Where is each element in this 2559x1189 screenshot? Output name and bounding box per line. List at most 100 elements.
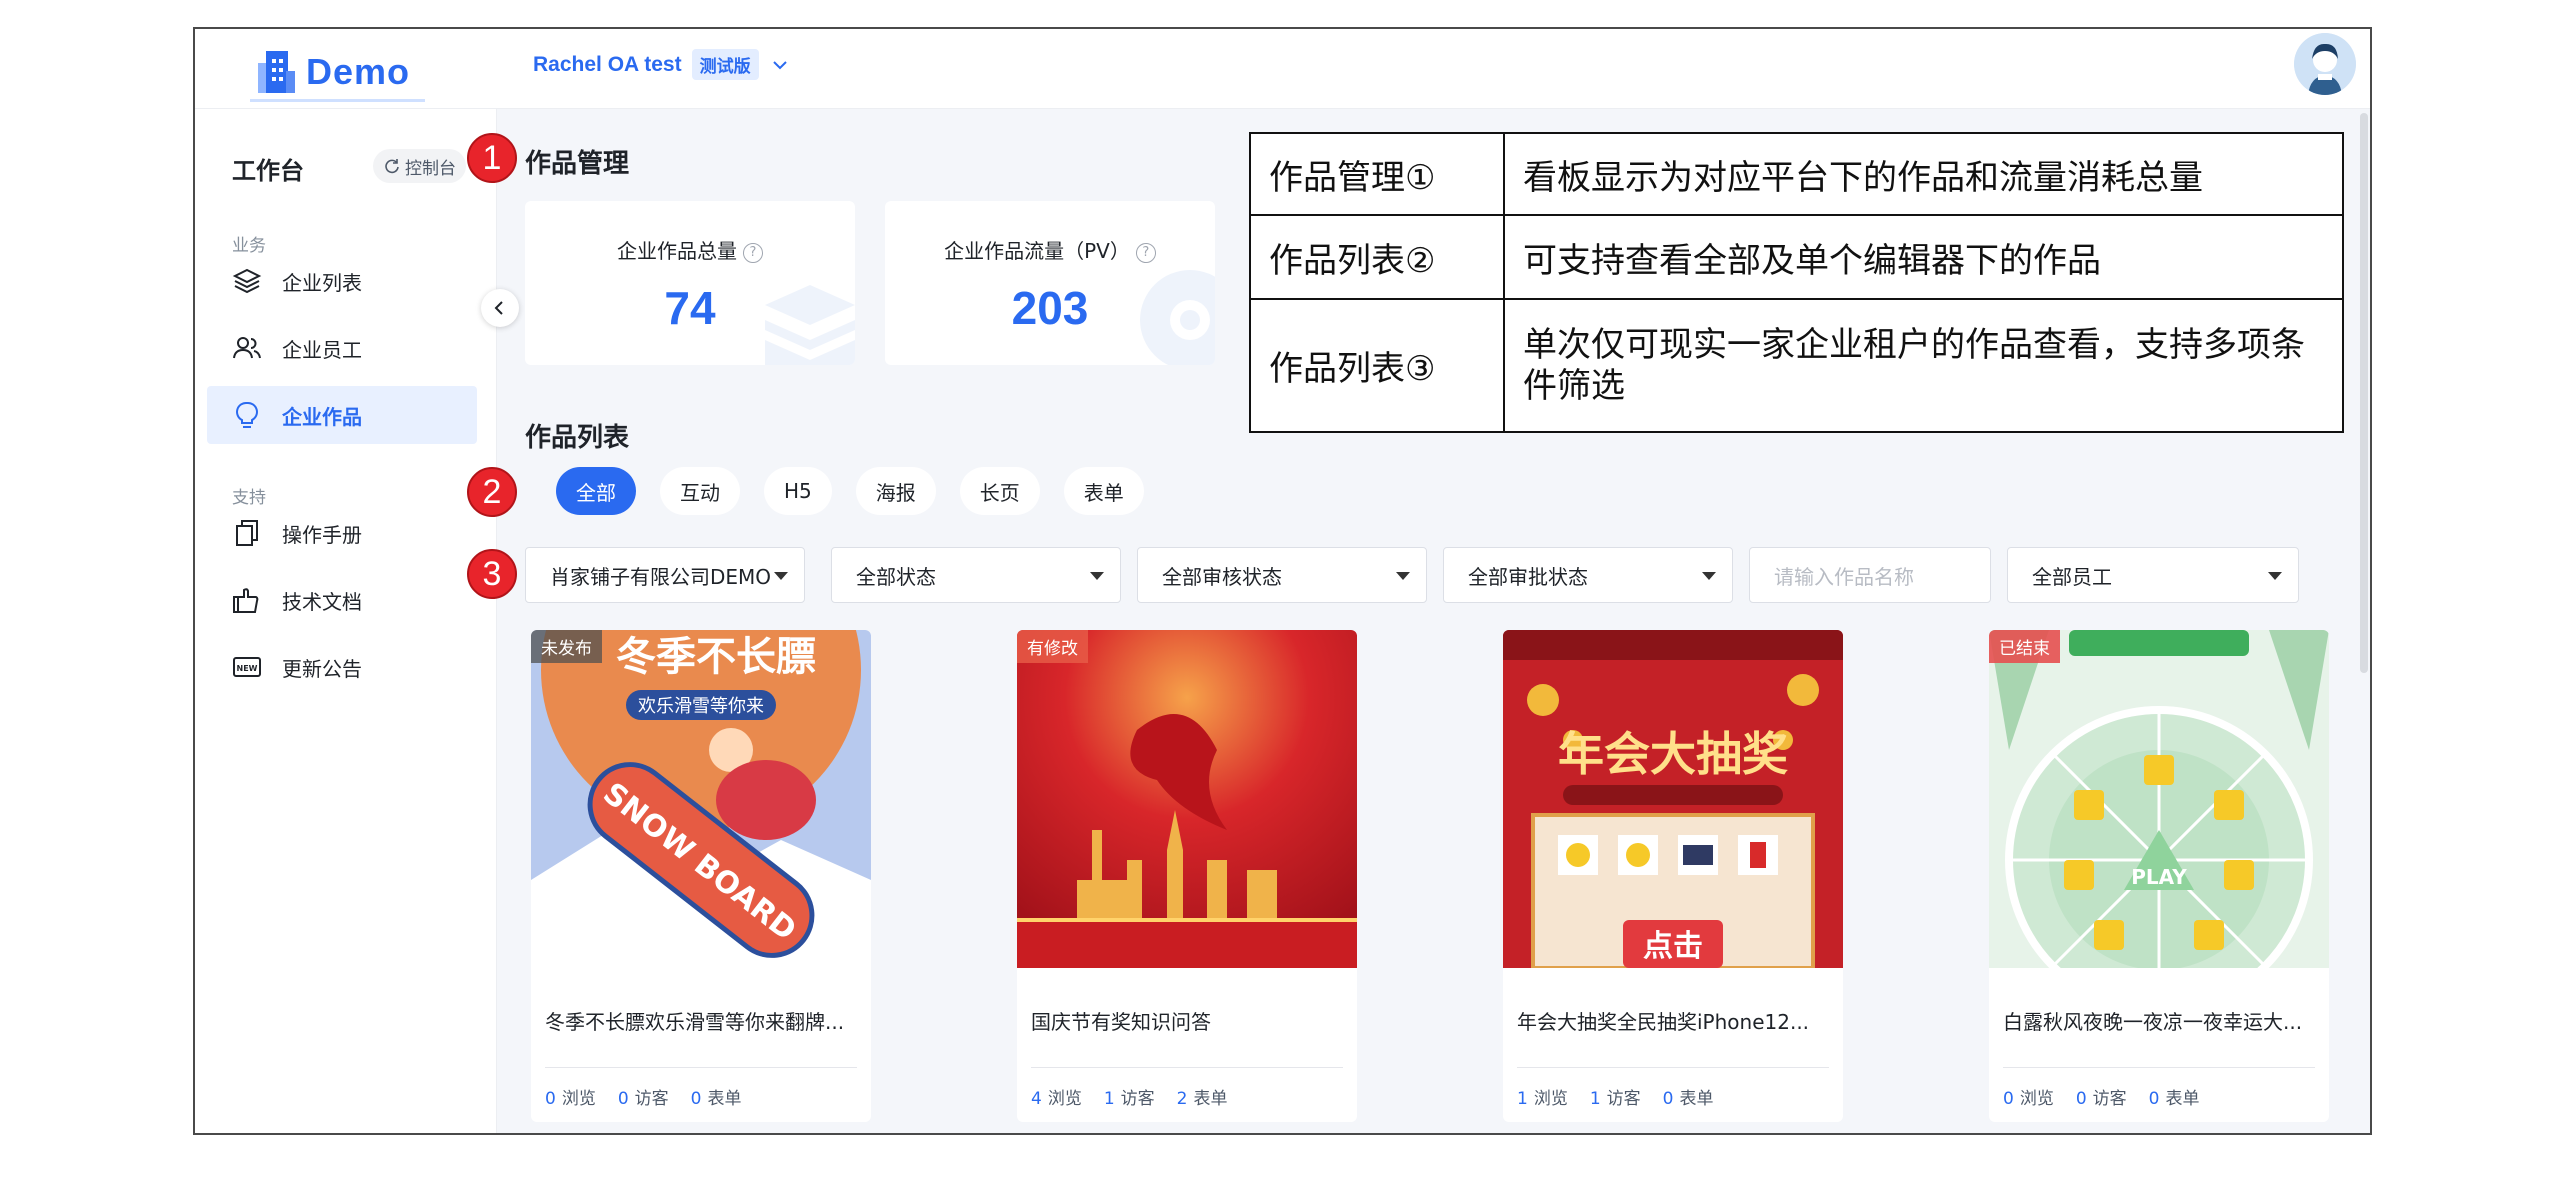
views-count: 0: [2003, 1089, 2014, 1109]
caret-down-icon: [2268, 572, 2282, 580]
status-badge: 已结束: [1989, 630, 2060, 663]
annotation-desc: 可支持查看全部及单个编辑器下的作品: [1503, 214, 2344, 300]
forms-stat: 0 表单: [2149, 1084, 2200, 1109]
management-title: 作品管理: [525, 149, 630, 179]
logo[interactable]: Demo: [250, 47, 425, 102]
staff-select[interactable]: 全部员工: [2007, 547, 2299, 603]
work-thumbnail: PLAY 已结束: [1989, 630, 2329, 968]
help-icon[interactable]: ?: [743, 243, 763, 263]
filter-tab-all[interactable]: 全部: [556, 467, 636, 515]
work-card[interactable]: 欢乐滑雪等你来 冬季不长膘 SNOW BOARD 未发布 冬季不长膘欢乐滑雪等你…: [531, 630, 871, 1122]
filter-tab-h5[interactable]: H5: [764, 467, 832, 515]
layers-icon: [232, 268, 262, 294]
forms-count: 0: [1662, 1089, 1674, 1109]
sidebar-item-label: 更新公告: [282, 656, 362, 681]
work-title: 冬季不长膘欢乐滑雪等你来翻牌...: [545, 1010, 845, 1034]
snowboard-poster-image: 欢乐滑雪等你来 冬季不长膘 SNOW BOARD: [531, 630, 871, 968]
sidebar: 工作台 控制台 业务 企业列表 企业员工 企业作品 支持 操作手册 技术文档 N…: [195, 109, 497, 1133]
forms-count: 2: [1176, 1089, 1188, 1109]
type-filter-tabs: 全部 互动 H5 海报 长页 表单: [556, 467, 1144, 515]
logo-underline: [250, 99, 425, 102]
forms-label: 表单: [1679, 1089, 1714, 1109]
sidebar-item-label: 技术文档: [282, 589, 362, 614]
work-card[interactable]: 年会大抽奖 点击 年会大抽奖全民抽奖iPhone12... 1 浏览 1 访客 0表…: [1503, 630, 1843, 1122]
annotation-key: 作品列表③: [1249, 298, 1505, 433]
views-stat: 0 浏览: [545, 1084, 596, 1109]
work-thumbnail: 欢乐滑雪等你来 冬季不长膘 SNOW BOARD 未发布: [531, 630, 871, 968]
sidebar-item-label: 操作手册: [282, 522, 362, 547]
status-badge: 有修改: [1017, 630, 1088, 663]
stat-value: 203: [1011, 282, 1089, 334]
company-select-value: 肖家铺子有限公司DEMO: [550, 564, 772, 589]
divider: [1031, 1067, 1343, 1068]
work-thumbnail: 年会大抽奖 点击: [1503, 630, 1843, 968]
views-label: 浏览: [561, 1089, 596, 1109]
sidebar-item-company-list[interactable]: 企业列表: [207, 252, 477, 310]
marker-2: 2: [467, 467, 517, 517]
visitors-stat: 0 访客: [2076, 1084, 2127, 1109]
views-count: 4: [1031, 1089, 1042, 1109]
tenant-switcher[interactable]: Rachel OA test 测试版: [533, 49, 791, 80]
filter-tab-interactive[interactable]: 互动: [660, 467, 740, 515]
views-label: 浏览: [1533, 1089, 1568, 1109]
caret-down-icon: [774, 572, 788, 580]
vertical-scrollbar[interactable]: [2360, 113, 2368, 673]
work-stats: 0 浏览 0 访客 0 表单: [545, 1084, 741, 1109]
forms-stat: 0 表单: [1663, 1084, 1714, 1109]
thumb-title: 冬季不长膘: [616, 634, 816, 680]
visitors-count: 0: [617, 1089, 629, 1109]
sidebar-item-company-staff[interactable]: 企业员工: [207, 319, 477, 377]
filter-tab-poster[interactable]: 海报: [855, 467, 936, 515]
forms-label: 表单: [1193, 1089, 1228, 1109]
help-icon[interactable]: ?: [1135, 243, 1156, 263]
logo-text: Demo: [306, 51, 411, 92]
annotation-row: 作品列表③ 单次仅可现实一家企业租户的作品查看，支持多项条件筛选: [1249, 298, 2344, 433]
sidebar-item-company-works[interactable]: 企业作品: [207, 386, 477, 444]
sidebar-item-updates[interactable]: NEW 更新公告: [207, 638, 477, 696]
visitors-count: 0: [2075, 1089, 2087, 1109]
views-count: 0: [545, 1089, 556, 1109]
views-count: 1: [1517, 1089, 1528, 1109]
visitors-count: 1: [1589, 1089, 1601, 1109]
caret-down-icon: [1090, 572, 1104, 580]
app-window: Demo Rachel OA test 测试版 工作台 控制台 业务 企业列表 …: [193, 27, 2372, 1135]
annotation-key: 作品管理①: [1249, 132, 1505, 216]
review-select-value: 全部审核状态: [1162, 564, 1282, 589]
sidebar-item-tech-docs[interactable]: 技术文档: [207, 571, 477, 629]
avatar[interactable]: [2294, 33, 2356, 95]
divider: [2003, 1067, 2315, 1068]
lottery-poster-image: 年会大抽奖 点击: [1503, 630, 1843, 968]
work-stats: 0 浏览 0 访客 0 表单: [2003, 1084, 2199, 1109]
user-avatar-icon: [2294, 33, 2356, 95]
national-day-poster-image: [1017, 630, 1357, 968]
annotation-desc: 看板显示为对应平台下的作品和流量消耗总量: [1503, 132, 2344, 216]
collapse-sidebar-button[interactable]: [481, 289, 519, 327]
stat-card-total-works: 企业作品总量? 74: [525, 201, 855, 365]
work-stats: 4 浏览 1 访客 2 表单: [1031, 1084, 1227, 1109]
chevron-left-icon: [494, 301, 503, 315]
sidebar-item-label: 企业作品: [282, 404, 362, 429]
work-card[interactable]: PLAY 已结束 白露秋风夜晚一夜凉一夜幸运大... 0 浏览 0 访客 0 表单: [1989, 630, 2329, 1122]
sidebar-item-manual[interactable]: 操作手册: [207, 504, 477, 562]
caret-down-icon: [1396, 572, 1410, 580]
views-label: 浏览: [2019, 1089, 2054, 1109]
status-select[interactable]: 全部状态: [831, 547, 1121, 603]
work-name-input[interactable]: 请输入作品名称: [1749, 547, 1991, 603]
work-card[interactable]: 有修改 国庆节有奖知识问答 4 浏览 1 访客 2 表单: [1017, 630, 1357, 1122]
console-button[interactable]: 控制台: [373, 149, 466, 183]
thumb-title: 年会大抽奖: [1558, 727, 1788, 781]
stat-card-pv: 企业作品流量（PV）? 203: [885, 201, 1215, 365]
workspace-title: 工作台: [232, 157, 304, 185]
review-status-select[interactable]: 全部审核状态: [1137, 547, 1427, 603]
filter-tab-long-page[interactable]: 长页: [959, 467, 1040, 515]
approval-status-select[interactable]: 全部审批状态: [1443, 547, 1733, 603]
filter-tab-form[interactable]: 表单: [1063, 467, 1144, 515]
marker-3: 3: [467, 549, 517, 599]
views-label: 浏览: [1047, 1089, 1082, 1109]
thumb-title: PLAY: [2131, 865, 2187, 889]
annotation-row: 作品列表② 可支持查看全部及单个编辑器下的作品: [1249, 214, 2344, 300]
refresh-icon: [385, 159, 399, 174]
company-select[interactable]: 肖家铺子有限公司DEMO: [525, 547, 805, 603]
divider: [545, 1067, 857, 1068]
annotation-row: 作品管理① 看板显示为对应平台下的作品和流量消耗总量: [1249, 132, 2344, 216]
